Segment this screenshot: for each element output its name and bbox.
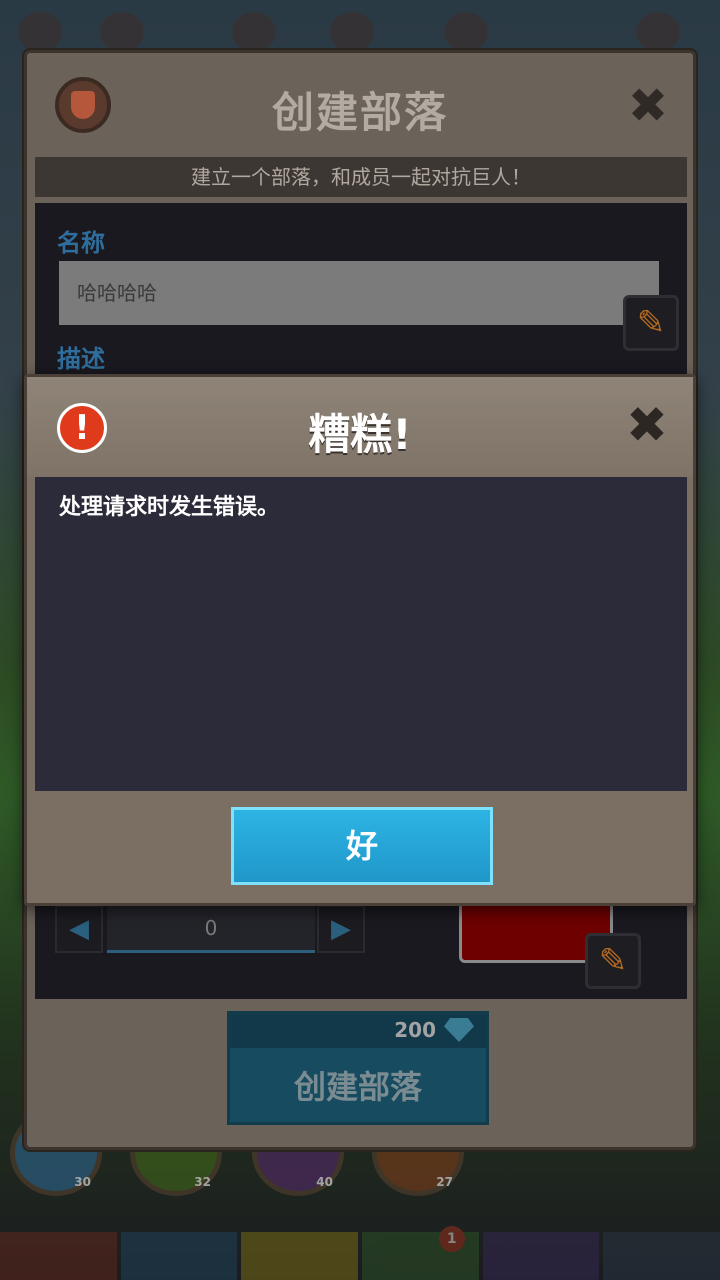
cost-row: 200 [230, 1014, 486, 1048]
hero-level: 40 [316, 1175, 333, 1189]
create-clan-button[interactable]: 200 创建部落 [227, 1011, 489, 1125]
edit-color-button[interactable]: ✎ [585, 933, 641, 989]
clan-name-field[interactable]: 哈哈哈哈 [59, 261, 659, 325]
error-dialog-header: ! 糟糕! ✖ [27, 377, 693, 477]
create-clan-header: 创建部落 ✖ [27, 53, 693, 157]
stepper-prev-button[interactable]: ◀ [55, 905, 103, 953]
create-clan-title: 创建部落 [271, 88, 448, 137]
error-dialog-title: 糟糕! [308, 410, 412, 459]
clan-icon [100, 12, 144, 52]
notification-badge: 1 [438, 1226, 465, 1252]
ok-button[interactable]: 好 [231, 807, 493, 885]
close-icon[interactable]: ✖ [621, 399, 673, 451]
error-dialog-body: 处理请求时发生错误。 [35, 477, 687, 791]
create-clan-subtitle: 建立一个部落，和成员一起对抗巨人！ [35, 157, 687, 197]
create-clan-button-label: 创建部落 [293, 1068, 422, 1106]
hero-level: 27 [436, 1175, 453, 1189]
gem-icon [444, 1018, 474, 1042]
error-message: 处理请求时发生错误。 [59, 495, 280, 520]
description-label: 描述 [57, 345, 105, 373]
top-icon-bar [0, 0, 720, 56]
tab-heroes[interactable] [120, 1232, 238, 1280]
orb-icon [330, 12, 374, 52]
stepper-next-button[interactable]: ▶ [317, 905, 365, 953]
tab-achievements[interactable] [603, 1232, 720, 1280]
pencil-icon: ✎ [636, 303, 666, 343]
orb-icon [232, 12, 276, 52]
tab-shop[interactable] [482, 1232, 600, 1280]
tab-weapons[interactable] [0, 1232, 117, 1280]
hero-level: 32 [194, 1175, 211, 1189]
hero-level: 30 [74, 1175, 91, 1189]
settings-icon [18, 12, 62, 52]
stepper-value: 0 [107, 905, 315, 953]
gem-cost: 200 [394, 1018, 436, 1042]
bottom-tab-bar: 1 [0, 1226, 720, 1280]
error-dialog: ! 糟糕! ✖ 处理请求时发生错误。 好 [24, 374, 696, 906]
emblem-stepper: ◀ 0 ▶ [55, 903, 367, 955]
orb-icon [444, 12, 488, 52]
tab-armor[interactable] [241, 1232, 359, 1280]
close-icon[interactable]: ✖ [623, 81, 673, 131]
tab-clan[interactable]: 1 [362, 1226, 479, 1280]
name-label: 名称 [57, 229, 105, 257]
pencil-icon: ✎ [598, 941, 628, 981]
helmet-icon [636, 12, 680, 52]
edit-name-button[interactable]: ✎ [623, 295, 679, 351]
